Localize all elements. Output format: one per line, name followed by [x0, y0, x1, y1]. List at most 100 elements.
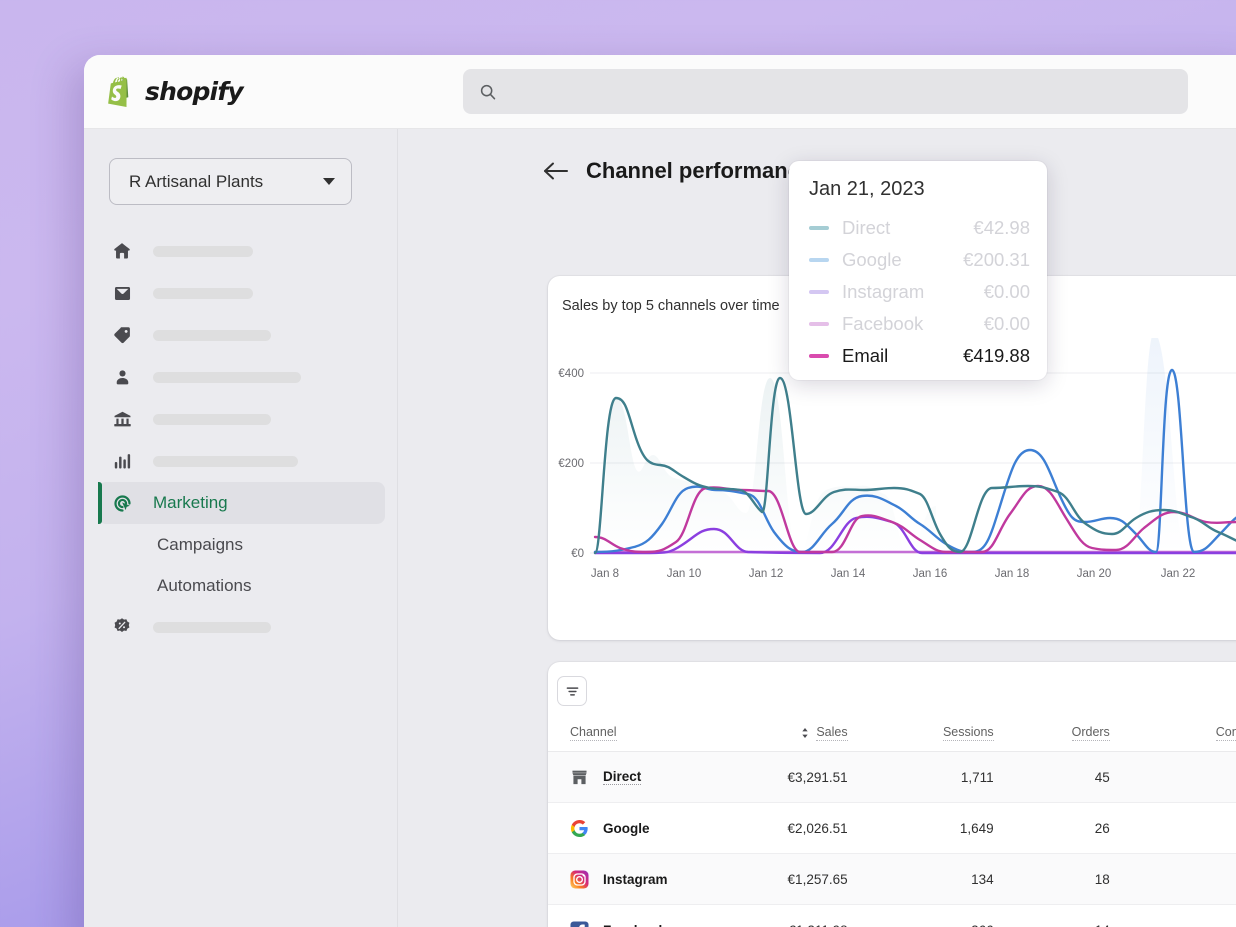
sidebar-item-finances[interactable]	[98, 398, 385, 440]
tag-icon	[109, 322, 135, 348]
sidebar-item-home[interactable]	[98, 230, 385, 272]
storefront-icon	[570, 768, 589, 787]
svg-text:Jan 16: Jan 16	[913, 568, 948, 580]
tooltip-series-value: €200.31	[963, 249, 1030, 271]
sidebar-item-label-placeholder	[153, 288, 253, 299]
shopify-wordmark: shopify	[145, 77, 243, 106]
instagram-icon	[570, 870, 589, 889]
sidebar-item-label-placeholder	[153, 330, 271, 341]
legend-swatch-email	[809, 354, 829, 358]
cell-channel: Google	[548, 803, 730, 854]
sidebar-item-discounts[interactable]	[98, 606, 385, 648]
shopify-admin-window: shopify R Artisanal Plants	[84, 55, 1236, 927]
table-row[interactable]: Instagram €1,257.65 134 18 13.43%	[548, 854, 1236, 905]
legend-swatch-google	[809, 258, 829, 262]
tooltip-series-name: Direct	[842, 217, 890, 239]
column-header-sales[interactable]: Sales	[730, 716, 898, 752]
filter-icon	[564, 683, 581, 700]
cell-conversion-rate: 5.26%	[1152, 905, 1236, 927]
cell-sessions: 1,711	[898, 752, 1030, 803]
cell-sales: €1,211.98	[730, 905, 898, 927]
sidebar-item-marketing[interactable]: Marketing	[98, 482, 385, 524]
search-input[interactable]	[507, 84, 1107, 100]
sidebar-item-label-placeholder	[153, 246, 253, 257]
page-title: Channel performance	[586, 158, 812, 184]
top-bar: shopify	[84, 55, 1236, 129]
store-name: R Artisanal Plants	[129, 172, 263, 192]
cell-orders: 45	[1030, 752, 1152, 803]
sidebar-nav: Marketing Campaigns Automations	[84, 230, 397, 648]
tooltip-series-name: Facebook	[842, 313, 923, 335]
tooltip-series-value: €0.00	[984, 313, 1030, 335]
search-bar[interactable]	[463, 69, 1188, 114]
sidebar-item-campaigns[interactable]: Campaigns	[84, 524, 397, 565]
channel-table-card: Channel Sales Sessions Orders	[548, 662, 1236, 927]
table-body: Direct €3,291.51 1,711 45 2.63%	[548, 752, 1236, 927]
svg-text:€400: €400	[558, 368, 584, 380]
facebook-icon	[570, 921, 589, 927]
svg-text:Jan 10: Jan 10	[667, 568, 702, 580]
sidebar-item-customers[interactable]	[98, 356, 385, 398]
home-icon	[109, 238, 135, 264]
store-switcher[interactable]: R Artisanal Plants	[109, 158, 352, 205]
sidebar-subitem-label: Campaigns	[157, 535, 243, 555]
column-header-orders[interactable]: Orders	[1030, 716, 1152, 752]
svg-text:Jan 14: Jan 14	[831, 568, 866, 580]
sidebar-item-automations[interactable]: Automations	[84, 565, 397, 606]
sidebar-item-label-placeholder	[153, 622, 271, 633]
sidebar-item-products[interactable]	[98, 314, 385, 356]
column-header-conversion-rate[interactable]: Conversion rate	[1152, 716, 1236, 752]
channel-name: Instagram	[603, 872, 668, 887]
tooltip-series-value: €419.88	[963, 345, 1030, 367]
cell-conversion-rate: 13.43%	[1152, 854, 1236, 905]
cell-sales: €2,026.51	[730, 803, 898, 854]
tooltip-series-value: €42.98	[973, 217, 1030, 239]
tooltip-row-instagram: Instagram €0.00	[809, 276, 1030, 308]
column-header-sessions[interactable]: Sessions	[898, 716, 1030, 752]
svg-text:Jan 20: Jan 20	[1077, 568, 1112, 580]
cell-sales: €3,291.51	[730, 752, 898, 803]
table-row[interactable]: Direct €3,291.51 1,711 45 2.63%	[548, 752, 1236, 803]
cell-channel: Instagram	[548, 854, 730, 905]
sidebar-item-analytics[interactable]	[98, 440, 385, 482]
bar-chart-icon	[109, 448, 135, 474]
cell-orders: 14	[1030, 905, 1152, 927]
cell-orders: 26	[1030, 803, 1152, 854]
channel-performance-table: Channel Sales Sessions Orders	[548, 716, 1236, 927]
sidebar-item-label-placeholder	[153, 456, 298, 467]
table-header: Channel Sales Sessions Orders	[548, 716, 1236, 752]
cell-conversion-rate: 1.58%	[1152, 803, 1236, 854]
sidebar-item-label-placeholder	[153, 414, 271, 425]
column-header-channel[interactable]: Channel	[548, 716, 730, 752]
sidebar: R Artisanal Plants	[84, 129, 398, 927]
cell-sales: €1,257.65	[730, 854, 898, 905]
sort-arrows-icon	[800, 727, 810, 739]
cell-conversion-rate: 2.63%	[1152, 752, 1236, 803]
cell-sessions: 266	[898, 905, 1030, 927]
arrow-left-icon[interactable]	[543, 161, 569, 181]
cell-orders: 18	[1030, 854, 1152, 905]
tooltip-series-value: €0.00	[984, 281, 1030, 303]
svg-text:Jan 18: Jan 18	[995, 568, 1030, 580]
channel-name: Google	[603, 821, 650, 836]
shopify-bag-icon	[107, 76, 136, 107]
channel-name: Facebook	[603, 923, 666, 927]
tooltip-series-name: Email	[842, 345, 888, 367]
filter-button[interactable]	[557, 676, 587, 706]
line-chart-plot[interactable]: €400 €200 €0	[548, 338, 1236, 638]
customer-icon	[109, 364, 135, 390]
tooltip-row-facebook: Facebook €0.00	[809, 308, 1030, 340]
area-fill-direct	[595, 378, 936, 553]
tooltip-row-direct: Direct €42.98	[809, 212, 1030, 244]
cell-sessions: 1,649	[898, 803, 1030, 854]
google-icon	[570, 819, 589, 838]
marketing-target-icon	[109, 490, 135, 516]
svg-text:Jan 8: Jan 8	[591, 568, 619, 580]
sidebar-subitem-label: Automations	[157, 576, 252, 596]
sidebar-item-orders[interactable]	[98, 272, 385, 314]
legend-swatch-direct	[809, 226, 829, 230]
shopify-logo[interactable]: shopify	[107, 76, 243, 107]
table-row[interactable]: Facebook €1,211.98 266 14 5.26%	[548, 905, 1236, 927]
svg-text:Jan 12: Jan 12	[749, 568, 784, 580]
table-row[interactable]: Google €2,026.51 1,649 26 1.58%	[548, 803, 1236, 854]
